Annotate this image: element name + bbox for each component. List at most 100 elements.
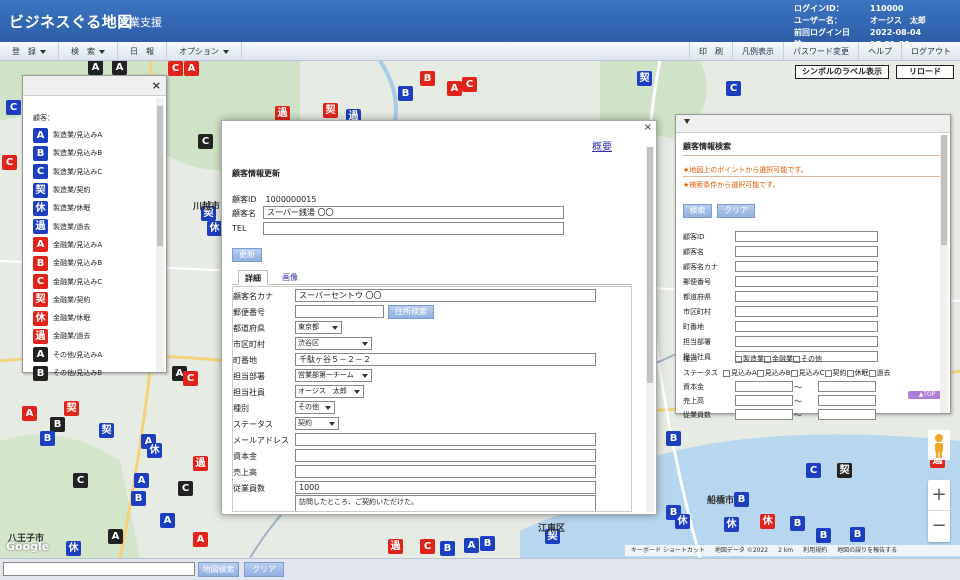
checkbox[interactable] bbox=[735, 355, 742, 363]
map-marker[interactable]: B bbox=[734, 492, 749, 507]
map-marker[interactable]: B bbox=[40, 431, 55, 446]
map-marker[interactable]: A bbox=[160, 513, 175, 528]
tab-image[interactable]: 画像 bbox=[276, 270, 304, 285]
map-marker[interactable]: 契 bbox=[323, 103, 338, 118]
update-button[interactable]: 更新 bbox=[232, 248, 262, 262]
tel-input[interactable] bbox=[263, 222, 564, 235]
range-to-input[interactable] bbox=[818, 381, 876, 392]
search-field-input[interactable] bbox=[735, 276, 878, 287]
tab-detail[interactable]: 詳細 bbox=[238, 270, 268, 285]
search-field-input[interactable] bbox=[735, 231, 878, 242]
map-marker[interactable]: B bbox=[398, 86, 413, 101]
search-panel-scrollbar[interactable] bbox=[940, 135, 948, 413]
scrollbar-thumb[interactable] bbox=[941, 135, 947, 245]
map-marker[interactable]: 休 bbox=[724, 517, 739, 532]
range-to-input[interactable] bbox=[818, 409, 876, 420]
map-marker[interactable]: A bbox=[112, 61, 127, 75]
map-marker[interactable]: B bbox=[50, 417, 65, 432]
checkbox[interactable] bbox=[824, 369, 832, 377]
checkbox-option[interactable]: 見込みA bbox=[723, 369, 757, 377]
search-field-input[interactable] bbox=[735, 291, 878, 302]
map-marker[interactable]: 契 bbox=[837, 463, 852, 478]
map-marker[interactable]: 休 bbox=[66, 541, 81, 556]
map-marker[interactable]: B bbox=[816, 528, 831, 543]
prefecture-select[interactable]: 東京都 bbox=[295, 321, 342, 334]
type-select[interactable]: その他 bbox=[295, 401, 335, 414]
map-marker[interactable]: C bbox=[2, 155, 17, 170]
search-field-input[interactable] bbox=[735, 336, 878, 347]
customer-name-input[interactable]: スーパー銭湯 〇〇 bbox=[263, 206, 564, 219]
checkbox-option[interactable]: 契約 bbox=[824, 369, 847, 377]
department-select[interactable]: 営業部第一チーム bbox=[295, 369, 372, 382]
map-marker[interactable]: C bbox=[806, 463, 821, 478]
symbol-label-button[interactable]: シンボルのラベル表示 bbox=[795, 65, 889, 79]
search-field-input[interactable] bbox=[735, 261, 878, 272]
map-marker[interactable]: C bbox=[198, 134, 213, 149]
map-marker[interactable]: C bbox=[73, 473, 88, 488]
checkbox[interactable] bbox=[793, 355, 800, 363]
map-marker[interactable]: A bbox=[108, 529, 123, 544]
menu-register[interactable]: 登 録 bbox=[0, 42, 59, 61]
zoom-out-button[interactable]: − bbox=[928, 511, 950, 542]
map-marker[interactable]: A bbox=[134, 473, 149, 488]
zoom-in-button[interactable]: + bbox=[928, 480, 950, 511]
search-field-input[interactable] bbox=[735, 306, 878, 317]
checkbox-option[interactable]: 過去 bbox=[868, 369, 891, 377]
map-marker[interactable]: A bbox=[464, 538, 479, 553]
checkbox[interactable] bbox=[868, 369, 876, 377]
capital-input[interactable] bbox=[295, 449, 596, 462]
menu-options[interactable]: オプション bbox=[167, 42, 242, 61]
map-marker[interactable]: B bbox=[420, 71, 435, 86]
map-marker[interactable]: B bbox=[850, 527, 865, 542]
map-marker[interactable]: B bbox=[480, 536, 495, 551]
map-marker[interactable]: B bbox=[666, 431, 681, 446]
reload-button[interactable]: リロード bbox=[896, 65, 954, 79]
map-marker[interactable]: C bbox=[168, 61, 183, 76]
menu-search[interactable]: 検 索 bbox=[59, 42, 118, 61]
map-marker[interactable]: A bbox=[193, 532, 208, 547]
map-marker[interactable]: 過 bbox=[388, 539, 403, 554]
checkbox-option[interactable]: 金融業 bbox=[764, 355, 793, 363]
menu-change-password[interactable]: パスワード変更 bbox=[783, 42, 858, 61]
map-marker[interactable]: 契 bbox=[64, 401, 79, 416]
search-button[interactable]: 検索 bbox=[683, 204, 712, 218]
legend-scrollbar[interactable] bbox=[156, 98, 164, 372]
map-marker[interactable]: B bbox=[131, 491, 146, 506]
checkbox-option[interactable]: 休眠 bbox=[846, 369, 869, 377]
map-marker[interactable]: 休 bbox=[675, 514, 690, 529]
checkbox[interactable] bbox=[846, 369, 854, 377]
summary-link[interactable]: 概要 bbox=[592, 138, 612, 153]
range-to-input[interactable] bbox=[818, 395, 876, 406]
map-search-button[interactable]: 地図検索 bbox=[198, 562, 239, 577]
email-input[interactable] bbox=[295, 433, 596, 446]
map-marker[interactable]: A bbox=[22, 406, 37, 421]
map-marker[interactable]: 休 bbox=[147, 443, 162, 458]
map-marker[interactable]: B bbox=[790, 516, 805, 531]
staff-select[interactable]: オージス 太郎 bbox=[295, 385, 364, 398]
postal-input[interactable] bbox=[295, 305, 384, 318]
search-field-input[interactable] bbox=[735, 321, 878, 332]
checkbox[interactable] bbox=[790, 369, 798, 377]
menu-daily-report[interactable]: 日 報 bbox=[118, 42, 167, 61]
close-icon[interactable]: × bbox=[152, 79, 161, 92]
checkbox-option[interactable]: その他 bbox=[793, 355, 822, 363]
map-marker[interactable]: C bbox=[726, 81, 741, 96]
keyboard-shortcut-link[interactable]: キーボード ショートカット bbox=[631, 545, 705, 556]
checkbox[interactable] bbox=[756, 369, 764, 377]
map-marker[interactable]: 過 bbox=[193, 456, 208, 471]
map-marker[interactable]: C bbox=[6, 100, 21, 115]
range-from-input[interactable] bbox=[735, 409, 793, 420]
range-from-input[interactable] bbox=[735, 395, 793, 406]
menu-show-legend[interactable]: 凡例表示 bbox=[732, 42, 783, 61]
kana-input[interactable]: スーパーセントウ 〇〇 bbox=[295, 289, 596, 302]
clear-button[interactable]: クリア bbox=[717, 204, 755, 218]
map-marker[interactable]: A bbox=[88, 61, 103, 75]
address-search-button[interactable]: 住所検索 bbox=[388, 305, 434, 319]
menu-logout[interactable]: ログアウト bbox=[901, 42, 960, 61]
street-input[interactable]: 千駄ヶ谷５－２－２ bbox=[295, 353, 596, 366]
map-marker[interactable]: C bbox=[183, 371, 198, 386]
status-select[interactable]: 契約 bbox=[295, 417, 339, 430]
map-marker[interactable]: 休 bbox=[207, 221, 222, 236]
range-from-input[interactable] bbox=[735, 381, 793, 392]
map-marker[interactable]: A bbox=[447, 81, 462, 96]
